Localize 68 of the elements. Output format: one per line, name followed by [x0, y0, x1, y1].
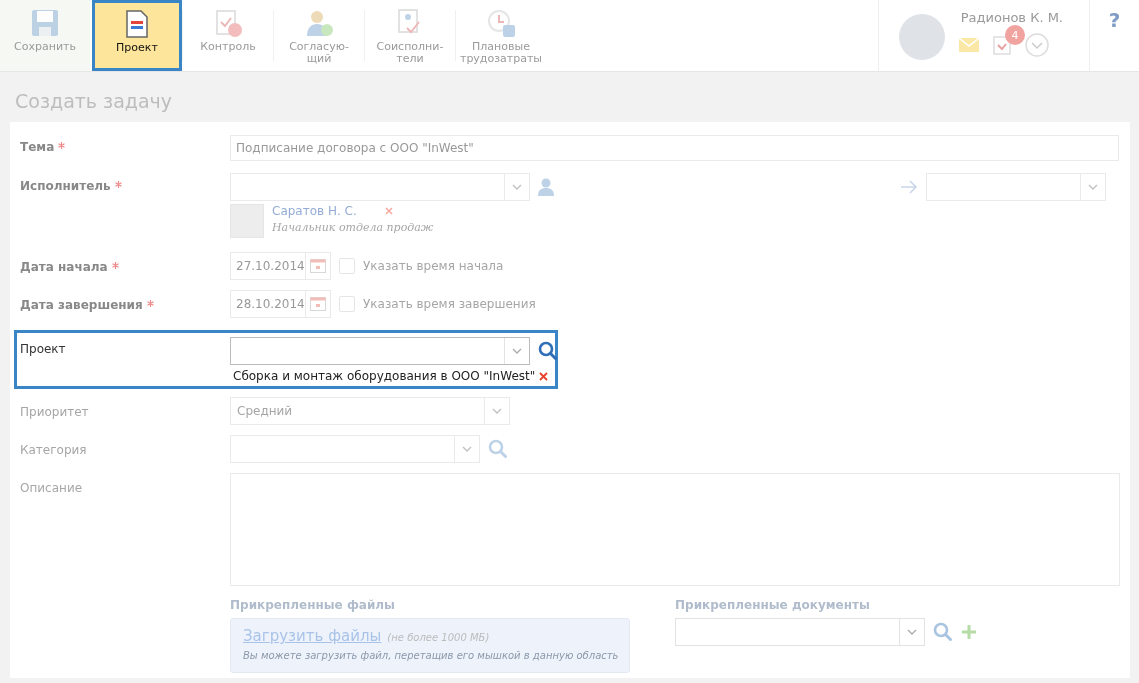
chevron-down-icon	[512, 184, 522, 190]
tasks-button[interactable]	[993, 35, 1011, 55]
checkbox[interactable]	[339, 296, 355, 312]
photo-placeholder	[230, 204, 264, 238]
help-button[interactable]: ?	[1108, 8, 1121, 32]
toolbar-button[interactable]: Согласую- щий	[274, 0, 364, 71]
checkbox[interactable]	[339, 258, 355, 274]
person-check-icon	[304, 8, 334, 38]
toolbar-button[interactable]: Плановые трудозатраты	[456, 0, 546, 71]
field-label: Дата начала	[20, 260, 108, 274]
tasks-icon	[993, 35, 1011, 55]
field-label: Проект	[20, 342, 66, 356]
section-heading: Прикрепленные файлы	[230, 598, 396, 612]
arrow-right-icon	[900, 180, 918, 194]
documents-dropdown[interactable]	[675, 618, 925, 646]
calendar-button[interactable]	[306, 252, 331, 280]
calendar-icon	[310, 297, 326, 311]
field-label: Категория	[20, 443, 87, 457]
chevron-down-icon	[1088, 184, 1098, 190]
plus-icon[interactable]	[961, 624, 977, 640]
field-label: Описание	[20, 481, 83, 495]
chevron-down-icon	[907, 629, 917, 635]
chevron-down-icon	[462, 446, 472, 452]
selected-project: Сборка и монтаж оборудования в ООО "InWest"	[233, 369, 536, 383]
required-asterisk-icon	[114, 181, 122, 188]
upload-link[interactable]: Загрузить файлы	[243, 627, 382, 645]
chevron-down-icon	[492, 408, 502, 414]
calendar-icon	[310, 259, 326, 273]
required-asterisk-icon	[111, 262, 119, 269]
remove-icon[interactable]	[539, 371, 549, 381]
envelope-icon[interactable]	[959, 38, 979, 52]
field-label: Приоритет	[20, 405, 89, 419]
user-name[interactable]: Радионов К. М.	[960, 10, 1063, 25]
category-dropdown[interactable]	[230, 435, 480, 463]
toolbar-button[interactable]: Соисполни- тели	[365, 0, 455, 71]
project-dropdown[interactable]	[230, 337, 530, 365]
upload-limit: (не более 1000 МБ)	[387, 632, 490, 643]
subject-field[interactable]: Подписание договора с ООО "InWest"	[230, 135, 1119, 161]
assignee-name[interactable]: Саратов Н. С.	[272, 204, 357, 218]
clipboard-alert-icon	[213, 8, 243, 38]
assignee-dropdown[interactable]	[230, 173, 530, 201]
required-asterisk-icon	[58, 142, 66, 149]
assignee-position: Начальник отдела продаж	[272, 221, 434, 234]
person-icon[interactable]	[538, 178, 554, 196]
chevron-down-icon	[512, 348, 522, 354]
date-field[interactable]: 28.10.2014	[230, 290, 306, 318]
field-label: Тема	[20, 140, 55, 154]
upload-hint: Вы можете загрузить файл, перетащив его мышкой в данную область	[243, 650, 617, 661]
avatar[interactable]	[899, 14, 945, 60]
toolbar-button[interactable]: Сохранить	[0, 0, 90, 71]
toolbar-button[interactable]: Контроль	[183, 0, 273, 71]
delegate-dropdown[interactable]	[926, 173, 1106, 201]
date-field[interactable]: 27.10.2014	[230, 252, 306, 280]
clock-icon	[486, 8, 516, 38]
section-heading: Прикрепленные документы	[675, 598, 871, 612]
toolbar-button[interactable]: Проект	[92, 0, 182, 71]
required-asterisk-icon	[146, 300, 154, 307]
checkbox-label: Указать время завершения	[363, 297, 536, 311]
notification-badge: 4	[1005, 25, 1025, 45]
calendar-button[interactable]	[306, 290, 331, 318]
field-label: Дата завершения	[20, 298, 143, 312]
field-label: Исполнитель	[20, 179, 111, 193]
remove-icon[interactable]	[384, 207, 393, 215]
upload-area[interactable]: Загрузить файлы (не более 1000 МБ) Вы можете загрузить файл, перетащив его мышкой в данную область	[230, 618, 630, 673]
checkbox-label: Указать время начала	[363, 259, 504, 273]
search-icon[interactable]	[538, 341, 558, 361]
chevron-down-icon[interactable]	[1025, 33, 1049, 57]
priority-dropdown[interactable]: Средний	[230, 397, 510, 425]
